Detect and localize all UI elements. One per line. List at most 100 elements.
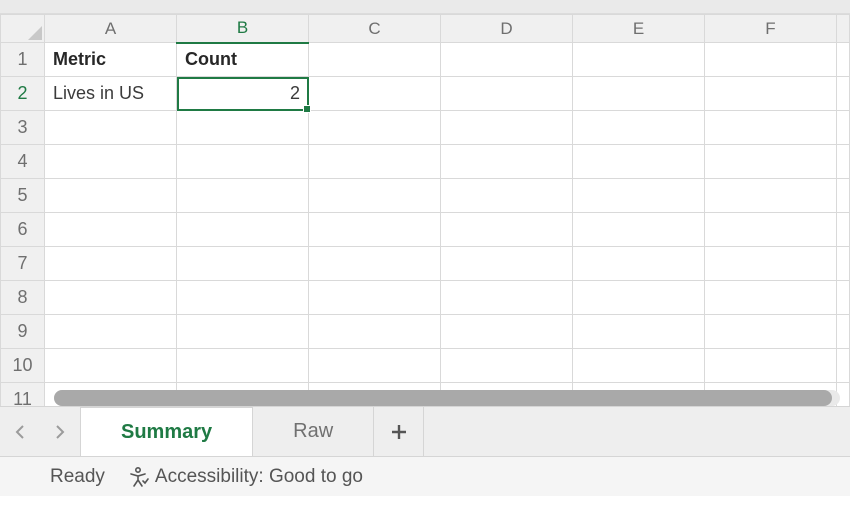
sheet-tab-summary[interactable]: Summary [80,407,253,456]
cell-D6[interactable] [441,213,573,247]
row-header-2[interactable]: 2 [1,77,45,111]
col-header-overflow[interactable] [837,15,850,43]
cell-B8[interactable] [177,281,309,315]
cell-C8[interactable] [309,281,441,315]
row-header-10[interactable]: 10 [1,349,45,383]
cell-E5[interactable] [573,179,705,213]
select-all-corner[interactable] [1,15,45,43]
cell-B4[interactable] [177,145,309,179]
cell-D1[interactable] [441,43,573,77]
cell-F1[interactable] [705,43,837,77]
col-header-E[interactable]: E [573,15,705,43]
cell-F8[interactable] [705,281,837,315]
cell-C2[interactable] [309,77,441,111]
cell-E10[interactable] [573,349,705,383]
cell-E1[interactable] [573,43,705,77]
cell-F9[interactable] [705,315,837,349]
cell-overflow-3[interactable] [837,111,850,145]
cell-C10[interactable] [309,349,441,383]
tab-nav-next[interactable] [40,407,80,456]
cell-B6[interactable] [177,213,309,247]
cell-A8[interactable] [45,281,177,315]
cell-overflow-2[interactable] [837,77,850,111]
cell-A3[interactable] [45,111,177,145]
col-header-F[interactable]: F [705,15,837,43]
cell-D3[interactable] [441,111,573,145]
cell-D4[interactable] [441,145,573,179]
cell-A5[interactable] [45,179,177,213]
horizontal-scrollbar-thumb[interactable] [54,390,832,406]
cell-E4[interactable] [573,145,705,179]
row-10: 10 [1,349,850,383]
cell-F5[interactable] [705,179,837,213]
cell-C4[interactable] [309,145,441,179]
cell-B5[interactable] [177,179,309,213]
row-header-8[interactable]: 8 [1,281,45,315]
cell-overflow-10[interactable] [837,349,850,383]
cell-A1[interactable]: Metric [45,43,177,77]
cell-overflow-8[interactable] [837,281,850,315]
spreadsheet-grid[interactable]: A B C D E F 1 Metric Count 2 Lives in [0,14,850,406]
cell-B2[interactable]: 2 [177,77,309,111]
cell-B1[interactable]: Count [177,43,309,77]
status-accessibility[interactable]: Accessibility: Good to go [127,466,363,488]
row-header-7[interactable]: 7 [1,247,45,281]
spreadsheet-app: A B C D E F 1 Metric Count 2 Lives in [0,0,850,508]
cell-E2[interactable] [573,77,705,111]
cell-B3[interactable] [177,111,309,145]
cell-F6[interactable] [705,213,837,247]
row-header-11[interactable]: 11 [1,383,45,407]
cell-C3[interactable] [309,111,441,145]
cell-A6[interactable] [45,213,177,247]
horizontal-scrollbar[interactable] [54,390,840,406]
cell-C5[interactable] [309,179,441,213]
row-header-3[interactable]: 3 [1,111,45,145]
cell-D7[interactable] [441,247,573,281]
cell-A2[interactable]: Lives in US [45,77,177,111]
row-header-4[interactable]: 4 [1,145,45,179]
cell-E3[interactable] [573,111,705,145]
cell-overflow-1[interactable] [837,43,850,77]
tab-nav-prev[interactable] [0,407,40,456]
col-header-C[interactable]: C [309,15,441,43]
add-sheet-button[interactable] [374,407,424,456]
cell-F10[interactable] [705,349,837,383]
row-header-1[interactable]: 1 [1,43,45,77]
cell-B9[interactable] [177,315,309,349]
cell-D2[interactable] [441,77,573,111]
cell-F2[interactable] [705,77,837,111]
cell-E9[interactable] [573,315,705,349]
cell-B7[interactable] [177,247,309,281]
col-header-A[interactable]: A [45,15,177,43]
row-header-9[interactable]: 9 [1,315,45,349]
cell-A10[interactable] [45,349,177,383]
cell-B10[interactable] [177,349,309,383]
cell-F3[interactable] [705,111,837,145]
cell-overflow-9[interactable] [837,315,850,349]
cell-E7[interactable] [573,247,705,281]
cell-D10[interactable] [441,349,573,383]
cell-D9[interactable] [441,315,573,349]
col-header-B[interactable]: B [177,15,309,43]
row-header-5[interactable]: 5 [1,179,45,213]
cell-A9[interactable] [45,315,177,349]
cell-C7[interactable] [309,247,441,281]
cell-overflow-5[interactable] [837,179,850,213]
cell-F7[interactable] [705,247,837,281]
cell-D5[interactable] [441,179,573,213]
cell-A7[interactable] [45,247,177,281]
cell-F4[interactable] [705,145,837,179]
cell-overflow-7[interactable] [837,247,850,281]
cell-E6[interactable] [573,213,705,247]
cell-C9[interactable] [309,315,441,349]
col-header-D[interactable]: D [441,15,573,43]
cell-C6[interactable] [309,213,441,247]
cell-D8[interactable] [441,281,573,315]
cell-overflow-6[interactable] [837,213,850,247]
row-header-6[interactable]: 6 [1,213,45,247]
cell-C1[interactable] [309,43,441,77]
sheet-tab-raw[interactable]: Raw [253,407,374,456]
cell-overflow-4[interactable] [837,145,850,179]
cell-E8[interactable] [573,281,705,315]
cell-A4[interactable] [45,145,177,179]
